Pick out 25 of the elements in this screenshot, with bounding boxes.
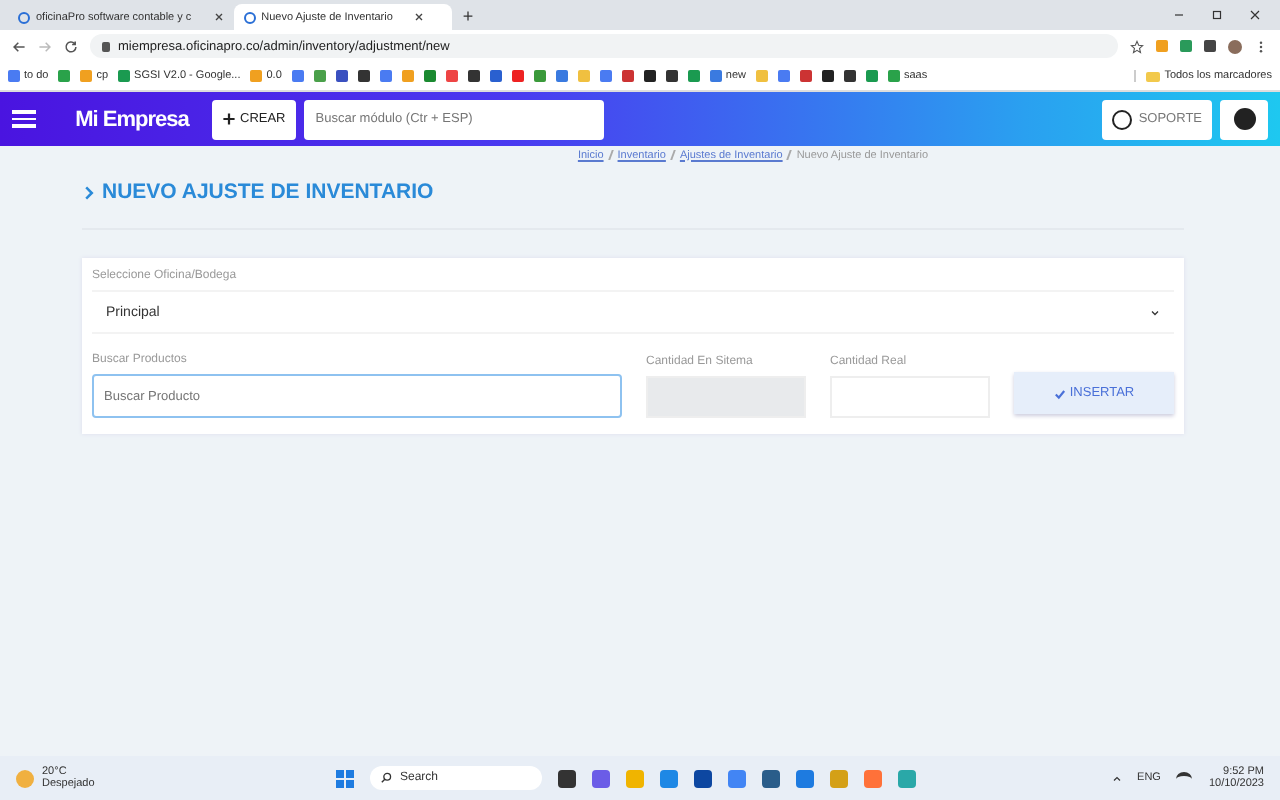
- windows-icon[interactable]: [336, 769, 354, 787]
- search-icon: [380, 772, 392, 784]
- new-tab-button[interactable]: +: [462, 5, 474, 25]
- star-icon[interactable]: [1130, 39, 1144, 53]
- plus-icon: [222, 112, 236, 126]
- lock-icon: [102, 41, 110, 51]
- close-icon[interactable]: [414, 12, 425, 22]
- globe-icon: [18, 11, 30, 23]
- caret-icon: [1150, 307, 1160, 317]
- chevron-icon[interactable]: [1111, 773, 1122, 783]
- maximize-icon[interactable]: [1212, 10, 1222, 20]
- minimize-icon[interactable]: [1174, 10, 1184, 20]
- menu-icon[interactable]: [12, 110, 36, 128]
- close-icon[interactable]: [213, 12, 224, 22]
- globe-icon: [243, 11, 256, 23]
- menu-icon[interactable]: [1254, 39, 1268, 53]
- chevron-icon: [82, 183, 96, 201]
- avatar-icon[interactable]: [1228, 39, 1242, 53]
- back-icon[interactable]: [12, 39, 26, 53]
- page-title: NUEVO AJUSTE DE INVENTARIO: [102, 180, 434, 204]
- reload-icon[interactable]: [64, 39, 78, 53]
- close-icon[interactable]: [1250, 10, 1260, 20]
- check-icon: [1053, 387, 1066, 399]
- logo[interactable]: Mi Empresa: [60, 107, 204, 131]
- user-button[interactable]: [1220, 99, 1268, 139]
